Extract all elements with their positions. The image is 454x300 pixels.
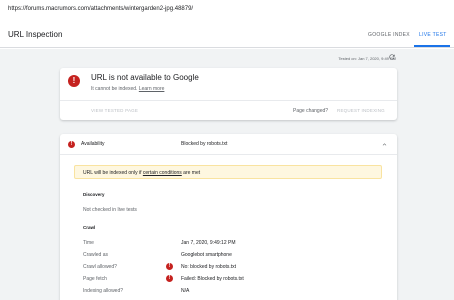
divider — [60, 100, 397, 101]
error-icon: ! — [68, 141, 75, 148]
discovery-text: Not checked in live tests — [83, 207, 137, 213]
request-indexing-button[interactable]: REQUEST INDEXING — [337, 108, 385, 113]
active-tab-indicator — [414, 45, 450, 47]
tab-google-index[interactable]: GOOGLE INDEX — [368, 32, 410, 38]
crawl-value-indexing-allowed: N/A — [181, 288, 190, 294]
availability-value: Blocked by robots.txt — [181, 141, 228, 147]
crawl-key-page-fetch: Page fetch — [83, 276, 107, 282]
availability-label: Availability — [81, 141, 105, 147]
crawl-value-crawled-as: Googlebot smartphone — [181, 252, 232, 258]
tab-live-test[interactable]: LIVE TEST — [419, 32, 447, 38]
crawl-heading: Crawl — [83, 225, 96, 230]
certain-conditions-link[interactable]: certain conditions — [143, 170, 182, 176]
crawl-key-time: Time — [83, 240, 94, 246]
error-icon: ! — [166, 275, 173, 282]
chevron-up-icon[interactable] — [381, 141, 388, 148]
refresh-icon[interactable] — [388, 53, 396, 61]
page-changed-label: Page changed? — [293, 108, 329, 114]
notice-text-pre: URL will be indexed only if — [83, 170, 142, 176]
discovery-heading: Discovery — [83, 192, 105, 197]
summary-subtext: It cannot be indexed. Learn more — [91, 86, 164, 92]
summary-headline: URL is not available to Google — [91, 73, 199, 82]
page-title: URL Inspection — [8, 30, 63, 39]
learn-more-link[interactable]: Learn more — [139, 86, 165, 92]
notice-text: URL will be indexed only if certain cond… — [83, 170, 200, 176]
crawl-value-page-fetch: Failed: Blocked by robots.txt — [181, 276, 244, 282]
address-bar-url[interactable]: https://forums.macrumors.com/attachments… — [8, 6, 193, 12]
crawl-key-crawled-as: Crawled as — [83, 252, 109, 258]
app-header: URL Inspection GOOGLE INDEX LIVE TEST — [0, 22, 454, 48]
error-icon: ! — [68, 75, 80, 87]
error-icon: ! — [166, 263, 173, 270]
crawl-value-crawl-allowed: No: blocked by robots.txt — [181, 264, 237, 270]
view-tested-page-button[interactable]: VIEW TESTED PAGE — [91, 108, 138, 113]
crawl-value-time: Jan 7, 2020, 9:49:12 PM — [181, 240, 236, 246]
address-bar[interactable]: https://forums.macrumors.com/attachments… — [0, 0, 454, 20]
crawl-key-indexing-allowed: Indexing allowed? — [83, 288, 124, 294]
crawl-key-crawl-allowed: Crawl allowed? — [83, 264, 117, 270]
main-content: Tested on: Jan 7, 2020, 9:49 PM ! URL is… — [0, 49, 454, 300]
summary-card: ! URL is not available to Google It cann… — [60, 68, 397, 120]
detail-card: ! Availability Blocked by robots.txt URL… — [60, 134, 397, 300]
indexing-notice: URL will be indexed only if certain cond… — [74, 165, 382, 179]
availability-row[interactable]: ! Availability Blocked by robots.txt — [60, 134, 397, 155]
notice-text-post: are met — [183, 170, 201, 176]
summary-subtext-text: It cannot be indexed. — [91, 86, 138, 92]
